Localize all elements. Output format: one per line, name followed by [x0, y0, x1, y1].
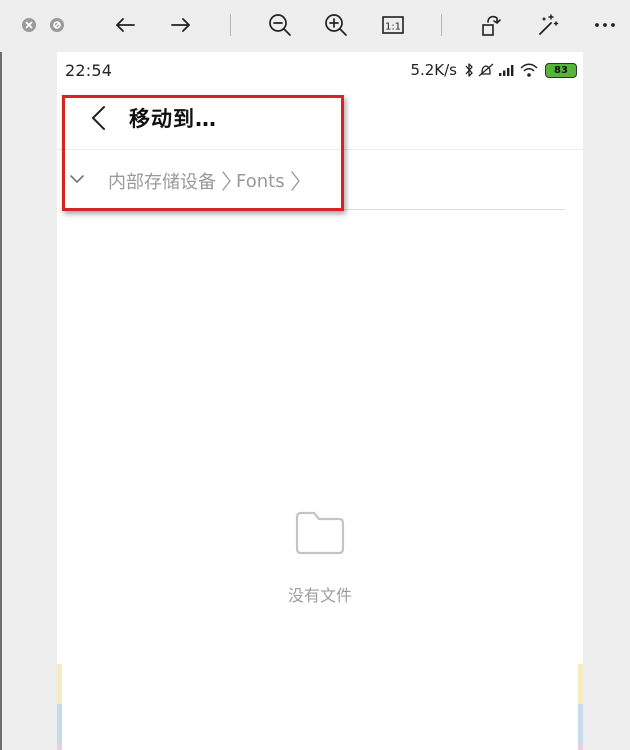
actual-size-icon[interactable]: 1:1: [378, 10, 408, 40]
edge-strip: [578, 744, 583, 750]
signal-icon: [498, 63, 516, 77]
edge-strip: [57, 704, 62, 744]
minimize-icon[interactable]: [50, 18, 64, 32]
battery-indicator: 83: [545, 62, 577, 78]
edge-strip: [57, 744, 62, 750]
toolbar-divider: [441, 14, 442, 36]
arrow-left-icon[interactable]: [110, 10, 140, 40]
mute-icon: [477, 62, 495, 78]
arrow-right-icon[interactable]: [166, 10, 196, 40]
highlight-box: [62, 95, 344, 211]
status-bar: 22:54 5.2K/s 83: [57, 52, 583, 88]
wifi-icon: [519, 63, 539, 78]
folder-icon: [294, 510, 346, 556]
bluetooth-icon: [464, 62, 474, 78]
actual-size-label: 1:1: [385, 22, 401, 33]
empty-state-text: 没有文件: [287, 586, 352, 605]
magic-wand-icon[interactable]: [532, 10, 562, 40]
edge-strip: [578, 664, 583, 704]
close-icon[interactable]: [22, 18, 36, 32]
zoom-out-icon[interactable]: [265, 10, 295, 40]
window-edge: [0, 52, 2, 750]
toolbar-divider: [230, 14, 231, 36]
network-speed: 5.2K/s: [410, 61, 457, 79]
more-icon[interactable]: [590, 10, 620, 40]
status-time: 22:54: [65, 61, 113, 80]
rotate-icon[interactable]: [476, 10, 506, 40]
edge-strip: [57, 664, 62, 704]
zoom-in-icon[interactable]: [321, 10, 351, 40]
edge-strip: [578, 704, 583, 744]
viewer-toolbar: 1:1: [0, 0, 630, 52]
status-icons: 5.2K/s 83: [410, 61, 577, 79]
